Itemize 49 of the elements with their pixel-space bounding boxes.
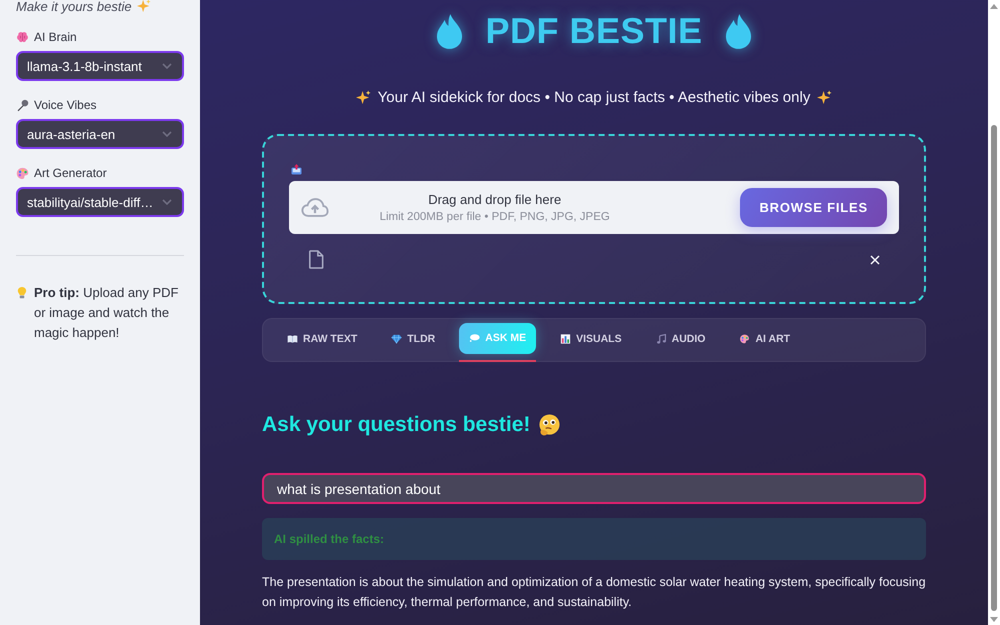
model-select[interactable]: aura-asteria-en (16, 119, 184, 149)
water-drop-icon (436, 12, 464, 50)
palette-icon (739, 334, 750, 344)
scroll-down-icon[interactable] (990, 617, 998, 622)
scroll-up-icon[interactable] (990, 4, 998, 9)
section-heading: Ask your questions bestie! (262, 413, 530, 437)
tab[interactable]: AUDIO (646, 323, 716, 362)
bar-chart-icon (560, 334, 572, 344)
open-book-icon (287, 334, 298, 344)
dropzone-instruction: Drag and drop file here (428, 192, 562, 207)
tagline: Your AI sidekick for docs • No cap just facts • Aesthetic vibes only (378, 88, 810, 106)
file-dropzone[interactable]: Drag and drop file here Limit 200MB per file • PDF, PNG, JPG, JPEG BROWSE FILES (289, 181, 899, 234)
sparkle-icon (817, 90, 832, 104)
tab[interactable]: VISUALS (550, 323, 632, 362)
chevron-down-icon (162, 199, 172, 205)
app-title: PDF BESTIE (485, 10, 703, 52)
tab[interactable]: RAW TEXT (277, 323, 368, 362)
sparkle-icon (136, 0, 151, 13)
close-icon[interactable] (870, 254, 880, 264)
chevron-down-icon (162, 63, 172, 69)
thought-bubble-icon (469, 332, 480, 342)
cloud-upload-icon (301, 197, 329, 218)
tab[interactable]: TLDR (381, 323, 446, 362)
tab[interactable]: AI ART (729, 323, 800, 362)
thinking-face-icon (538, 414, 562, 436)
question-input[interactable]: what is presentation about (262, 473, 926, 504)
file-icon (308, 250, 324, 269)
sidebar-caption: Make it yours bestie (16, 0, 132, 14)
dropzone-limits: Limit 200MB per file • PDF, PNG, JPG, JPEG (380, 211, 610, 223)
brain-icon (16, 30, 29, 44)
select-label: Art Generator (34, 166, 107, 180)
pro-tip-text: Pro tip: Upload any PDF or image and watch the magic happen! (34, 284, 180, 342)
select-label: Voice Vibes (34, 98, 96, 112)
model-select[interactable]: llama-3.1-8b-instant (16, 51, 184, 81)
scrollbar-thumb[interactable] (991, 125, 997, 611)
chevron-down-icon (162, 131, 172, 137)
outbox-tray-icon (291, 164, 302, 175)
microphone-icon (16, 98, 29, 112)
lightbulb-icon (16, 286, 28, 300)
answer-label: AI spilled the facts: (274, 532, 384, 546)
select-label: AI Brain (34, 30, 77, 44)
model-select[interactable]: stabilityai/stable-diff… (16, 187, 184, 217)
water-drop-icon (724, 12, 752, 50)
answer-text: The presentation is about the simulation and optimization of a domestic solar water heating system, specifically focusing on improving its efficiency, thermal performance, and sustainability. (262, 574, 926, 611)
browse-files-button[interactable]: BROWSE FILES (740, 188, 887, 227)
gem-icon (391, 334, 402, 344)
palette-icon (16, 166, 29, 180)
music-note-icon (656, 334, 667, 344)
sparkle-icon (356, 90, 371, 104)
